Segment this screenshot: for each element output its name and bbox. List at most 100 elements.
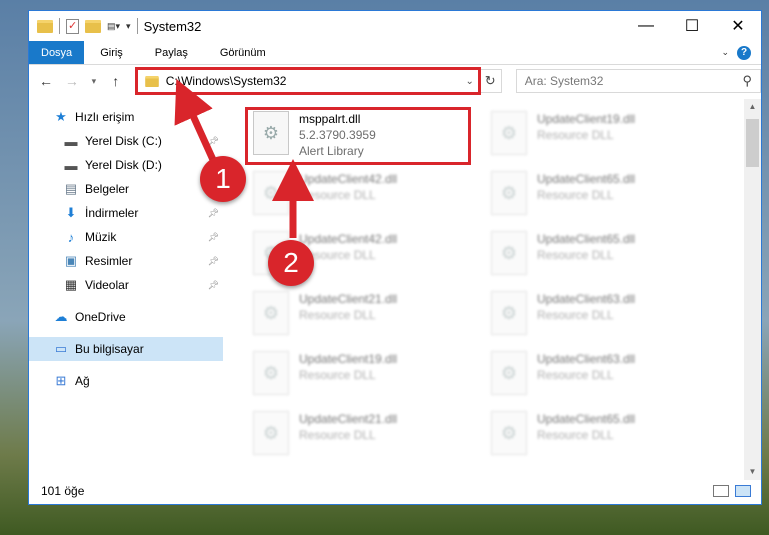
toolbar-dropdown-icon[interactable]: ▾ bbox=[126, 21, 131, 32]
sidebar-item-music[interactable]: ♪ Müzik 📌︎ bbox=[29, 225, 223, 249]
sidebar-item-label: Bu bilgisayar bbox=[75, 342, 144, 356]
video-icon: ▦ bbox=[64, 277, 78, 292]
recent-locations-icon[interactable]: ▾ bbox=[87, 76, 101, 87]
pin-icon: 📌︎ bbox=[207, 231, 219, 242]
address-bar[interactable]: C:\Windows\System32 ⌄ ↻ bbox=[134, 67, 502, 95]
file-item[interactable]: ⚙ UpdateClient42.dll Resource DLL bbox=[247, 167, 477, 223]
search-placeholder: Ara: System32 bbox=[524, 74, 604, 88]
scroll-up-icon[interactable]: ▲ bbox=[744, 99, 761, 115]
dll-file-icon: ⚙ bbox=[253, 291, 289, 335]
details-view-icon[interactable] bbox=[713, 485, 729, 497]
sidebar-item-pictures[interactable]: ▣ Resimler 📌︎ bbox=[29, 249, 223, 273]
music-icon: ♪ bbox=[67, 229, 75, 245]
file-item[interactable]: ⚙ UpdateClient21.dll Resource DLL bbox=[247, 407, 477, 463]
file-description: Resource DLL bbox=[537, 248, 614, 262]
properties-icon[interactable] bbox=[66, 18, 79, 34]
scroll-thumb[interactable] bbox=[746, 119, 759, 167]
file-highlight-box bbox=[245, 107, 471, 165]
file-name: UpdateClient42.dll bbox=[299, 172, 398, 186]
file-item[interactable]: ⚙ UpdateClient19.dll Resource DLL bbox=[485, 107, 715, 163]
computer-icon: ▭ bbox=[54, 341, 68, 356]
sidebar-item-this-pc[interactable]: ▭ Bu bilgisayar bbox=[29, 337, 223, 361]
file-item[interactable]: ⚙ UpdateClient63.dll Resource DLL bbox=[485, 287, 715, 343]
sidebar-item-label: Müzik bbox=[85, 230, 117, 244]
file-name: UpdateClient19.dll bbox=[299, 352, 398, 366]
dll-file-icon: ⚙ bbox=[491, 411, 527, 455]
explorer-window: ▤▾ ▾ System32 — ☐ ✕ Dosya Giriş Paylaş G… bbox=[28, 10, 762, 505]
expand-ribbon-icon[interactable]: ⌄ bbox=[721, 47, 729, 58]
file-description: Resource DLL bbox=[537, 128, 614, 142]
sidebar-item-label: Videolar bbox=[85, 278, 129, 292]
back-arrow-icon[interactable]: ← bbox=[35, 73, 57, 89]
sidebar-item-label: OneDrive bbox=[75, 310, 126, 324]
file-description: Resource DLL bbox=[299, 188, 376, 202]
dll-file-icon: ⚙ bbox=[491, 111, 527, 155]
sidebar-item-videos[interactable]: ▦ Videolar 📌︎ bbox=[29, 273, 223, 297]
tiles-view-icon[interactable] bbox=[735, 485, 751, 497]
tab-view[interactable]: Görünüm bbox=[204, 41, 282, 64]
vertical-scrollbar[interactable]: ▲ ▼ bbox=[744, 99, 761, 480]
tab-file[interactable]: Dosya bbox=[29, 41, 85, 64]
customize-toolbar-icon[interactable]: ▤▾ bbox=[107, 21, 120, 32]
file-item[interactable]: ⚙ UpdateClient63.dll Resource DLL bbox=[485, 347, 715, 403]
file-name: UpdateClient21.dll bbox=[299, 412, 398, 426]
dll-file-icon: ⚙ bbox=[491, 231, 527, 275]
file-item[interactable]: ⚙ UpdateClient65.dll Resource DLL bbox=[485, 227, 715, 283]
window-title: System32 bbox=[143, 18, 202, 34]
pin-icon: 📌︎ bbox=[207, 207, 219, 218]
tab-share[interactable]: Paylaş bbox=[139, 41, 204, 64]
sidebar-item-disk-d[interactable]: ▬ Yerel Disk (D:) bbox=[29, 153, 223, 177]
file-description: Resource DLL bbox=[299, 308, 376, 322]
step1-badge: 1 bbox=[200, 156, 246, 202]
step2-badge: 2 bbox=[268, 240, 314, 286]
minimize-button[interactable]: — bbox=[623, 11, 669, 41]
forward-arrow-icon[interactable]: → bbox=[61, 73, 83, 89]
file-name: UpdateClient65.dll bbox=[537, 412, 636, 426]
dll-file-icon: ⚙ bbox=[491, 171, 527, 215]
sidebar-item-label: Yerel Disk (D:) bbox=[85, 158, 162, 172]
file-name: UpdateClient63.dll bbox=[537, 292, 636, 306]
sidebar-item-label: İndirmeler bbox=[85, 206, 139, 220]
download-icon: ⬇ bbox=[65, 205, 77, 220]
tab-home[interactable]: Giriş bbox=[84, 41, 139, 64]
file-description: Resource DLL bbox=[299, 368, 376, 382]
maximize-button[interactable]: ☐ bbox=[669, 11, 715, 41]
title-bar: ▤▾ ▾ System32 — ☐ ✕ bbox=[29, 11, 761, 41]
pin-icon: 📌︎ bbox=[207, 135, 219, 146]
pictures-icon: ▣ bbox=[64, 253, 78, 268]
sidebar-item-onedrive[interactable]: ☁ OneDrive bbox=[29, 305, 223, 329]
cloud-icon: ☁ bbox=[54, 309, 68, 324]
folder-icon bbox=[37, 19, 53, 33]
help-icon[interactable]: ? bbox=[737, 45, 751, 60]
refresh-icon[interactable]: ↻ bbox=[478, 70, 501, 92]
file-item[interactable]: ⚙ UpdateClient21.dll Resource DLL bbox=[247, 287, 477, 343]
sidebar-item-label: Yerel Disk (C:) bbox=[85, 134, 162, 148]
dll-file-icon: ⚙ bbox=[491, 291, 527, 335]
address-highlight-box bbox=[134, 67, 481, 95]
dll-file-icon: ⚙ bbox=[253, 171, 289, 215]
file-name: UpdateClient65.dll bbox=[537, 172, 636, 186]
file-description: Resource DLL bbox=[537, 188, 614, 202]
file-item[interactable]: ⚙ UpdateClient19.dll Resource DLL bbox=[247, 347, 477, 403]
sidebar-item-disk-c[interactable]: ▬ Yerel Disk (C:) 📌︎ bbox=[29, 129, 223, 153]
new-folder-icon[interactable] bbox=[85, 19, 101, 33]
file-item[interactable]: ⚙ UpdateClient65.dll Resource DLL bbox=[485, 167, 715, 223]
sidebar-item-documents[interactable]: ▤ Belgeler 📌︎ bbox=[29, 177, 223, 201]
sidebar-item-quick-access[interactable]: ★ Hızlı erişim bbox=[29, 105, 223, 129]
close-button[interactable]: ✕ bbox=[715, 11, 761, 41]
search-icon[interactable]: ⚲ bbox=[742, 73, 752, 89]
sidebar-item-downloads[interactable]: ⬇ İndirmeler 📌︎ bbox=[29, 201, 223, 225]
up-arrow-icon[interactable]: ↑ bbox=[105, 73, 127, 89]
sidebar-item-network[interactable]: ⊞ Ağ bbox=[29, 369, 223, 393]
file-item[interactable]: ⚙ UpdateClient65.dll Resource DLL bbox=[485, 407, 715, 463]
pin-icon: 📌︎ bbox=[207, 255, 219, 266]
file-description: Resource DLL bbox=[537, 308, 614, 322]
file-name: UpdateClient63.dll bbox=[537, 352, 636, 366]
sidebar-item-label: Resimler bbox=[85, 254, 133, 268]
dll-file-icon: ⚙ bbox=[491, 351, 527, 395]
file-list: ⚙ msppalrt.dll 5.2.3790.3959 Alert Libra… bbox=[223, 99, 761, 480]
ribbon-tabs: Dosya Giriş Paylaş Görünüm ⌄ ? bbox=[29, 41, 761, 65]
file-name: UpdateClient42.dll bbox=[299, 232, 398, 246]
file-description: Resource DLL bbox=[537, 428, 614, 442]
search-input[interactable]: Ara: System32 ⚲ bbox=[515, 69, 761, 93]
